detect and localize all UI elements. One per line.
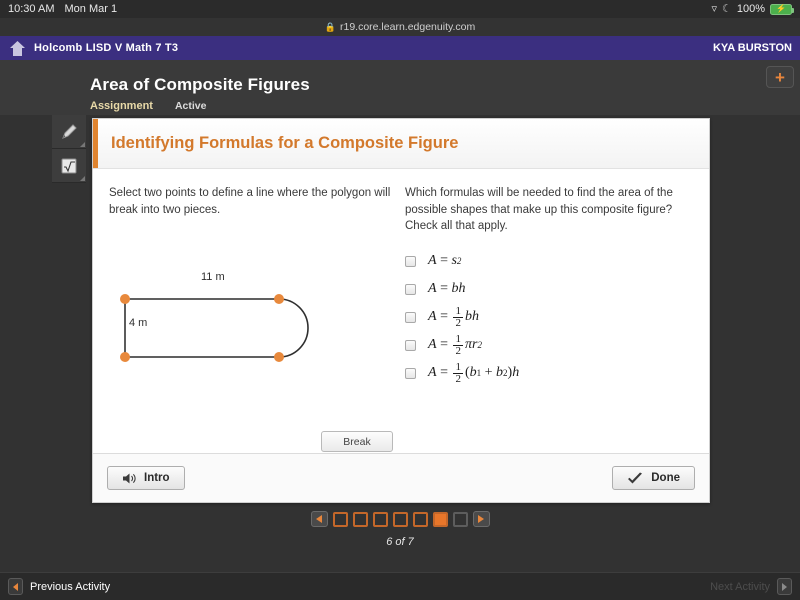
ios-status-bar: 10:30 AM Mon Mar 1 ▿ ☾ 100% ⚡ xyxy=(0,0,800,18)
break-button[interactable]: Break xyxy=(321,431,393,452)
card-footer: Intro Done xyxy=(93,453,709,502)
composite-figure[interactable]: 11 m 4 m xyxy=(113,271,353,377)
formula-triangle: A = 1 2 bh xyxy=(428,304,479,329)
home-icon xyxy=(9,40,25,56)
check-icon xyxy=(628,472,643,483)
page-title: Area of Composite Figures xyxy=(90,75,310,94)
formula-square: A = s2 xyxy=(428,253,462,268)
answer-option-square[interactable]: A = s2 xyxy=(405,247,695,275)
answer-options: A = s2 A = bh A = 1 2 bh A = 1 2 πr 2 A … xyxy=(405,247,695,387)
pagination-step-4[interactable] xyxy=(392,511,408,527)
course-nav-bar: Holcomb LISD V Math 7 T3 KYA BURSTON xyxy=(0,36,800,60)
math-tool-button[interactable] xyxy=(52,149,86,183)
speaker-icon xyxy=(123,473,136,483)
status-left: 10:30 AM Mon Mar 1 xyxy=(8,3,117,15)
arrow-left-icon xyxy=(13,582,18,591)
intro-button-label: Intro xyxy=(144,472,170,484)
answer-option-triangle[interactable]: A = 1 2 bh xyxy=(405,303,695,331)
course-title: Holcomb LISD V Math 7 T3 xyxy=(34,42,179,54)
pagination-step-1[interactable] xyxy=(332,511,348,527)
answer-option-semicircle[interactable]: A = 1 2 πr 2 xyxy=(405,331,695,359)
card-header: Identifying Formulas for a Composite Fig… xyxy=(93,119,709,169)
pagination-next-button[interactable] xyxy=(472,511,490,527)
checkbox-rectangle[interactable] xyxy=(405,283,416,295)
pencil-tool-button[interactable] xyxy=(52,115,86,149)
done-button[interactable]: Done xyxy=(612,466,695,490)
wifi-icon: ▿ xyxy=(711,2,717,15)
previous-activity-arrow-button[interactable] xyxy=(8,578,23,595)
status-date: Mon Mar 1 xyxy=(64,3,118,15)
pagination-count: 6 of 7 xyxy=(386,536,414,548)
pagination-step-5[interactable] xyxy=(412,511,428,527)
activity-card: Identifying Formulas for a Composite Fig… xyxy=(92,118,710,503)
done-button-label: Done xyxy=(651,472,680,484)
lesson-meta: Assignment Active xyxy=(90,100,206,112)
moon-icon: ☾ xyxy=(721,2,732,15)
pagination-step-7[interactable] xyxy=(452,511,468,527)
plus-icon: + xyxy=(775,67,785,87)
next-activity-arrow-button[interactable] xyxy=(777,578,792,595)
pagination-step-3[interactable] xyxy=(372,511,388,527)
checkbox-triangle[interactable] xyxy=(405,311,416,323)
assignment-status-label: Active xyxy=(174,100,207,112)
battery-charging-icon: ⚡ xyxy=(770,3,794,15)
home-button[interactable] xyxy=(0,40,34,56)
arrow-right-icon xyxy=(478,515,484,523)
formula-rectangle: A = bh xyxy=(428,281,466,296)
checkbox-square[interactable] xyxy=(405,255,416,267)
intro-button[interactable]: Intro xyxy=(107,466,185,490)
status-right: ▿ ☾ 100% ⚡ xyxy=(711,2,794,15)
pagination-prev-button[interactable] xyxy=(310,511,328,527)
square-root-icon xyxy=(61,158,77,173)
browser-url-bar[interactable]: 🔒 r19.core.learn.edgenuity.com xyxy=(0,18,800,36)
tool-rail xyxy=(52,115,86,183)
question-text: Which formulas will be needed to find th… xyxy=(405,187,673,233)
checkbox-semicircle[interactable] xyxy=(405,339,416,351)
figure-left-dimension: 4 m xyxy=(129,317,148,329)
formula-trapezoid: A = 1 2(b 1 + b 2) h xyxy=(428,360,520,385)
next-activity-label: Next Activity xyxy=(710,580,770,593)
pagination: 6 of 7 xyxy=(0,510,800,548)
lesson-header: Area of Composite Figures Assignment Act… xyxy=(0,60,800,115)
figure-top-dimension: 11 m xyxy=(201,271,225,283)
card-heading: Identifying Formulas for a Composite Fig… xyxy=(111,134,459,152)
pagination-step-2[interactable] xyxy=(352,511,368,527)
answer-option-trapezoid[interactable]: A = 1 2(b 1 + b 2) h xyxy=(405,359,695,387)
pencil-icon xyxy=(62,123,77,139)
left-instructions: Select two points to define a line where… xyxy=(109,187,391,216)
next-activity-button[interactable]: Next Activity xyxy=(710,578,792,595)
app-root: 10:30 AM Mon Mar 1 ▿ ☾ 100% ⚡ 🔒 r19.core… xyxy=(0,0,800,600)
battery-percent-label: 100% xyxy=(736,3,765,15)
checkbox-trapezoid[interactable] xyxy=(405,367,416,379)
status-time: 10:30 AM xyxy=(8,3,55,15)
pagination-step-6[interactable] xyxy=(432,511,448,527)
formula-semicircle: A = 1 2 πr 2 xyxy=(428,332,482,357)
previous-activity-button[interactable]: Previous Activity xyxy=(8,578,110,595)
lock-icon: 🔒 xyxy=(324,21,336,32)
card-body: Select two points to define a line where… xyxy=(93,169,709,453)
arrow-left-icon xyxy=(316,515,322,523)
activity-nav-bar: Previous Activity Next Activity xyxy=(0,572,800,600)
arrow-right-icon xyxy=(782,582,787,591)
answer-option-rectangle[interactable]: A = bh xyxy=(405,275,695,303)
previous-activity-label: Previous Activity xyxy=(30,580,111,593)
pagination-controls xyxy=(310,511,490,527)
url-text: r19.core.learn.edgenuity.com xyxy=(340,21,476,33)
add-button[interactable]: + xyxy=(766,66,794,88)
user-name[interactable]: KYA BURSTON xyxy=(713,42,792,54)
assignment-type-label: Assignment xyxy=(90,100,153,112)
